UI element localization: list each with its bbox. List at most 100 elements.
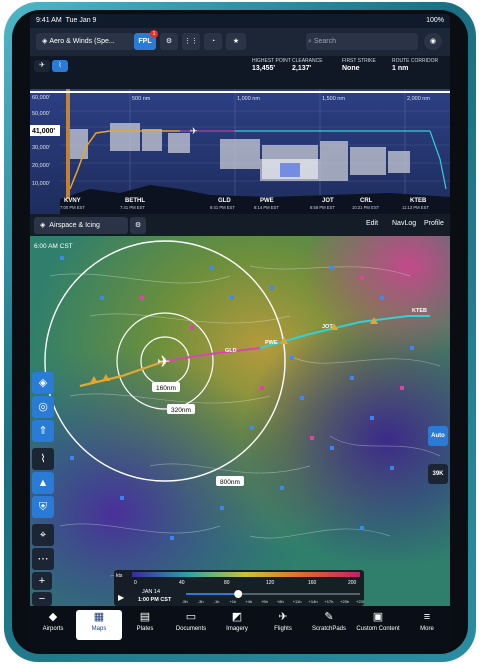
route-label: GLD: [225, 348, 237, 354]
range-label: 160nm: [156, 385, 176, 392]
alt-label: 10,000': [32, 181, 50, 187]
icing-cells: [260, 159, 320, 181]
flights-icon: ✈: [278, 611, 288, 623]
timebar-ticks: -5h -3h -1h +1h +4h +5h +8h +11h +14h +17h +20h +23…: [182, 599, 365, 604]
timebar-tick-label: +23h: [356, 599, 364, 604]
layers-toggle-icon[interactable]: ◈: [32, 372, 54, 394]
alt-label: 30,000': [32, 145, 50, 151]
scale-label: 80: [224, 580, 230, 586]
nav-label: Imagery: [226, 626, 248, 632]
nav-label: Custom Content: [356, 626, 400, 632]
location-pin-icon[interactable]: ⌖: [32, 524, 54, 546]
waypoint-time: 8:41 PM EST: [210, 205, 235, 210]
waypoint-name: BETHL: [125, 198, 145, 204]
waypoint-name: JOT: [322, 198, 334, 204]
map-layer-label: Airspace & Icing: [49, 222, 100, 229]
ownship-icon: ✈: [157, 354, 170, 371]
nav-airports[interactable]: ◆ Airports: [30, 610, 76, 640]
compass-icon[interactable]: ◎: [32, 396, 54, 418]
gear-icon[interactable]: ⚙: [130, 217, 146, 234]
altitude-button[interactable]: 39K: [428, 464, 448, 484]
documents-icon: ▭: [185, 611, 197, 623]
wind-field-north: [30, 236, 450, 606]
top-toolbar: ◈ Aero & Winds (Spe... FPL 1 ⚙ ⋮⋮ ◔ ★ ⌕ …: [30, 28, 450, 56]
waypoint-time: 7:00 PM EST: [60, 205, 85, 210]
timebar-tick-label: +4h: [245, 599, 252, 604]
route-edit-icon[interactable]: ⋯: [32, 548, 54, 570]
terrain-icon[interactable]: ▲: [32, 472, 54, 494]
edit-button[interactable]: Edit: [366, 220, 378, 227]
current-position-bar: [66, 89, 70, 199]
navlog-button[interactable]: NavLog: [392, 220, 416, 227]
range-label: 320nm: [171, 407, 191, 414]
distance-label: 1,500 nm: [322, 96, 345, 102]
profile-toggle-icon[interactable]: ⌇: [32, 448, 54, 470]
waypoint-time: 10:21 PM EST: [352, 205, 380, 210]
gauge-icon[interactable]: ◔: [204, 33, 222, 50]
current-altitude: 41,000': [32, 128, 55, 135]
timebar-tick-label: -1h: [214, 599, 220, 604]
timebar-tick-label: +11h: [293, 599, 302, 604]
shield-icon[interactable]: ⛨: [32, 496, 54, 518]
scale-label: 200: [348, 580, 357, 586]
timebar-tick-label: +20h: [340, 599, 349, 604]
map-layer-button[interactable]: ◈ Airspace & Icing: [34, 217, 128, 234]
fpl-badge: 1: [150, 30, 158, 38]
vertical-profile-view[interactable]: ✈ 60,000' 50,000' 30,000' 20,000' 10,000…: [30, 89, 450, 214]
nav-plates[interactable]: ▤ Plates: [122, 610, 168, 640]
status-bar: 9:41 AM Tue Jan 9 100%: [30, 14, 450, 28]
zoom-out-button[interactable]: −: [32, 592, 52, 606]
layers-icon: ◈: [42, 38, 48, 45]
timebar-tick-label: +17h: [324, 599, 333, 604]
waypoint-name: PWE: [260, 198, 274, 204]
waypoint-name: GLD: [218, 198, 231, 204]
star-icon[interactable]: ★: [226, 33, 246, 50]
scale-label: 120: [266, 580, 275, 586]
nav-label: Documents: [175, 626, 207, 632]
custom-content-icon: ▣: [372, 611, 384, 623]
maps-icon: ▦: [93, 611, 105, 623]
play-icon[interactable]: ▶: [118, 593, 125, 602]
nav-scratchpads[interactable]: ✎ ScratchPads: [306, 610, 352, 640]
settings-icon[interactable]: ◉: [424, 33, 442, 50]
stat-clearance: CLEARANCE 2,137': [292, 58, 323, 72]
layers-icon: ◈: [40, 222, 46, 229]
search-placeholder: Search: [313, 38, 337, 45]
distance-label: 500 nm: [132, 96, 151, 102]
alt-label: 60,000': [32, 95, 50, 101]
alt-label: 50,000': [32, 111, 50, 117]
search-input[interactable]: ⌕ Search: [306, 33, 418, 50]
airplane-view-icon[interactable]: ✈: [34, 60, 50, 72]
distance-label: 1,000 nm: [237, 96, 260, 102]
profile-view-icon[interactable]: ⌇: [52, 60, 68, 72]
nav-imagery[interactable]: ◩ Imagery: [214, 610, 260, 640]
route-label: JOT: [322, 324, 333, 330]
gear-icon[interactable]: ⚙: [160, 33, 178, 50]
timebar-tick-label: -3h: [198, 599, 204, 604]
nav-more[interactable]: ≡ More: [404, 610, 450, 640]
scale-label: 40: [179, 580, 185, 586]
nav-custom-content[interactable]: ▣ Custom Content: [352, 610, 404, 640]
distance-label: 2,000 nm: [407, 96, 430, 102]
nav-flights[interactable]: ✈ Flights: [260, 610, 306, 640]
time-slider-panel: kts 0 40 80 120 160 200 ▶ JAN 14 1:00 PM…: [114, 570, 365, 606]
map-view[interactable]: ✈ 6:00 AM CST GLD PWE JOT KTEB 160nm 320…: [30, 236, 450, 606]
nav-label: Plates: [136, 626, 154, 632]
profile-button[interactable]: Profile: [424, 220, 444, 227]
fpl-label: FPL: [138, 38, 152, 45]
nav-maps[interactable]: ▦ Maps: [76, 610, 122, 640]
map-time-label: 6:00 AM CST: [34, 243, 73, 250]
wind-speed-scale: [132, 572, 360, 577]
nav-documents[interactable]: ▭ Documents: [168, 610, 214, 640]
timebar-svg: kts 0 40 80 120 160 200 ▶ JAN 14 1:00 PM…: [116, 572, 365, 604]
brightness-icon[interactable]: ⋮⋮: [182, 33, 200, 50]
waypoint-time: 8:14 PM EST: [254, 205, 279, 210]
timebar-thumb[interactable]: [234, 590, 243, 598]
status-battery: 100%: [426, 17, 444, 24]
zoom-in-button[interactable]: +: [32, 572, 52, 590]
track-up-icon[interactable]: ⇑: [32, 420, 54, 442]
ownship-icon: ✈: [190, 126, 198, 136]
layer-selector-button[interactable]: ◈ Aero & Winds (Spe...: [36, 33, 134, 50]
timebar-tick-label: +8h: [277, 599, 284, 604]
auto-button[interactable]: Auto: [428, 426, 448, 446]
